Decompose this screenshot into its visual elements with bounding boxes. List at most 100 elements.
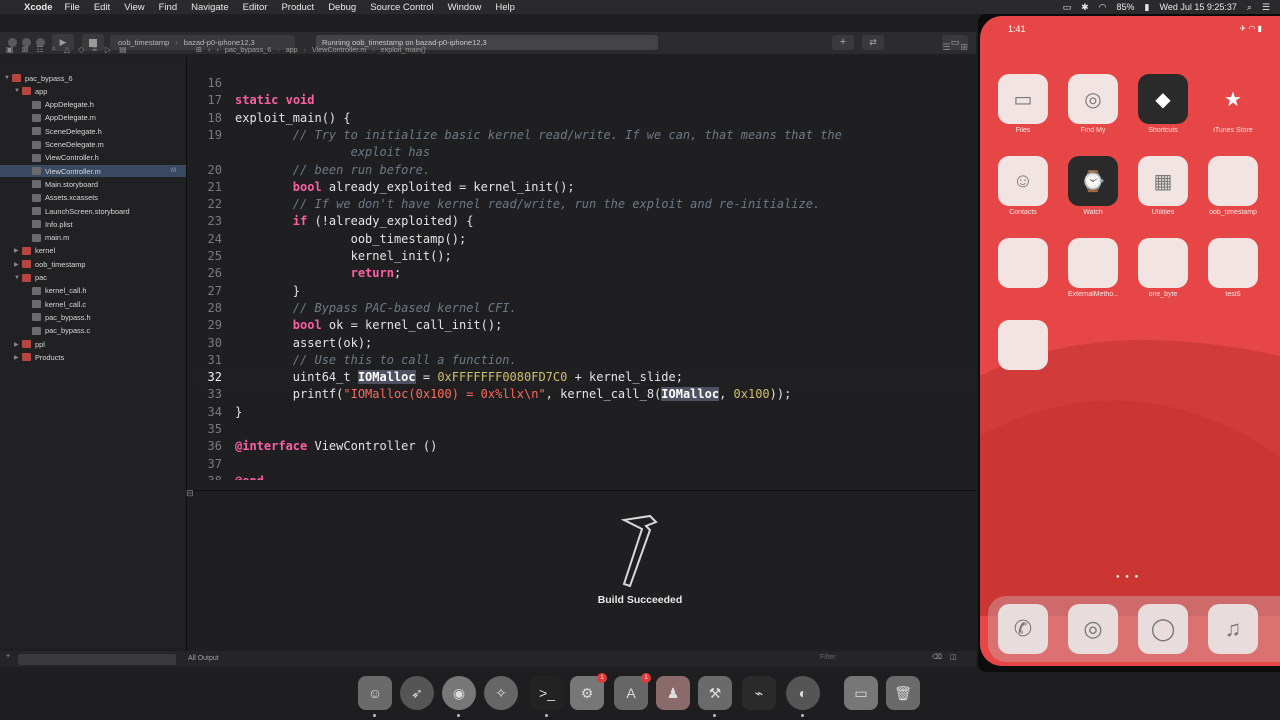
code-line[interactable]: 31 // Use this to call a function. xyxy=(196,352,976,369)
code-line[interactable]: 19 // Try to initialize basic kernel rea… xyxy=(196,127,976,144)
dock-downloads[interactable]: ▭ xyxy=(844,676,878,710)
code-text[interactable]: } xyxy=(235,284,300,298)
disclosure-open-icon[interactable]: ▼ xyxy=(4,75,12,81)
navigator-item[interactable]: kernel_call.c xyxy=(0,298,186,310)
line-number[interactable]: 25 xyxy=(196,248,222,265)
navigator-item[interactable]: ▼ pac_bypass_6 xyxy=(0,72,186,84)
dock-music[interactable]: ♫ xyxy=(1208,604,1258,654)
battery-icon[interactable]: ▮ xyxy=(1145,2,1150,13)
line-number[interactable]: 34 xyxy=(196,404,222,421)
dock-messages[interactable]: ◯ xyxy=(1138,604,1188,654)
home-app[interactable]: ◎ Find My xyxy=(1068,74,1118,134)
navigator-item[interactable]: kernel_call.h xyxy=(0,285,186,297)
line-number[interactable]: 30 xyxy=(196,335,222,352)
navigator-item[interactable]: main.m xyxy=(0,232,186,244)
dock-chrome[interactable]: ◉ xyxy=(442,676,476,710)
dock-xcode[interactable]: ⚒ xyxy=(698,676,732,710)
line-number[interactable]: 17 xyxy=(196,92,222,109)
navigator-item[interactable]: ▶ oob_timestamp xyxy=(0,258,186,270)
dock-simulator[interactable]: ◐ xyxy=(786,676,820,710)
menu-clock[interactable]: Wed Jul 15 9:25:37 xyxy=(1159,2,1236,12)
jump-crumb-project[interactable]: pac_bypass_6 xyxy=(225,45,271,54)
code-line[interactable]: 25 kernel_init(); xyxy=(196,248,976,265)
code-text[interactable]: @end xyxy=(235,474,264,480)
home-app[interactable]: ◆ Shortcuts xyxy=(1138,74,1188,134)
code-text[interactable]: oob_timestamp(); xyxy=(235,232,467,246)
home-app[interactable]: one_byte xyxy=(1138,238,1188,298)
dock-instruments[interactable]: ♟ xyxy=(656,676,690,710)
navigator-item[interactable]: ▶ ppl xyxy=(0,338,186,350)
navigator-item[interactable]: ▼ pac xyxy=(0,272,186,284)
code-line[interactable]: 28 // Bypass PAC-based kernel CFI. xyxy=(196,300,976,317)
add-filter-icon[interactable]: + xyxy=(6,653,10,660)
disclosure-closed-icon[interactable]: ▶ xyxy=(14,261,22,268)
code-line[interactable]: 34} xyxy=(196,404,976,421)
monitor-icon[interactable]: ▭ xyxy=(1063,2,1072,13)
home-app[interactable]: test6 xyxy=(1208,238,1258,298)
home-app[interactable]: ▭ Files xyxy=(998,74,1048,134)
line-number[interactable]: 20 xyxy=(196,162,222,179)
code-line[interactable]: 32 uint64_t IOMalloc = 0xFFFFFFF0080FD7C… xyxy=(196,369,976,387)
jump-crumb-function[interactable]: exploit_main() xyxy=(381,45,426,54)
navigator-item[interactable]: ViewController.m M xyxy=(0,165,186,178)
dock-terminal[interactable]: >_ xyxy=(530,676,564,710)
home-app[interactable]: ExternalMetho... xyxy=(1068,238,1118,298)
jump-crumb-file[interactable]: ViewController.m xyxy=(312,45,366,54)
navigator-item[interactable]: pac_bypass.h xyxy=(0,311,186,323)
forward-icon[interactable]: › xyxy=(216,45,218,54)
line-number[interactable]: 37 xyxy=(196,456,222,473)
editor-options-icon[interactable]: ☰ xyxy=(942,42,950,53)
line-number[interactable]: 18 xyxy=(196,110,222,127)
project-navigator-icon[interactable]: ▣ xyxy=(6,45,14,54)
dock-trash[interactable]: 🗑 xyxy=(886,676,920,710)
navigator-item[interactable]: ▶ kernel xyxy=(0,245,186,257)
dock-system-preferences[interactable]: ⚙ 1 xyxy=(570,673,607,710)
home-app[interactable]: ★ iTunes Store xyxy=(1208,74,1258,134)
code-line[interactable]: 35 xyxy=(196,421,976,438)
code-text[interactable]: exploit has xyxy=(235,145,430,159)
menu-help[interactable]: Help xyxy=(495,2,515,13)
dock-launchpad[interactable]: ➶ xyxy=(400,676,434,710)
line-number[interactable]: 35 xyxy=(196,421,222,438)
code-text[interactable]: bool ok = kernel_call_init(); xyxy=(235,318,503,332)
breakpoint-navigator-icon[interactable]: ▷ xyxy=(105,45,111,54)
menu-app-name[interactable]: Xcode xyxy=(24,2,53,13)
line-number[interactable]: 21 xyxy=(196,179,222,196)
add-editor-icon[interactable]: ⊞ xyxy=(960,42,968,53)
dock-phone[interactable]: ✆ xyxy=(998,604,1048,654)
menu-find[interactable]: Find xyxy=(159,2,177,13)
back-icon[interactable]: ‹ xyxy=(208,45,210,54)
split-view-icon[interactable]: ◫ xyxy=(950,653,957,661)
line-number[interactable]: 28 xyxy=(196,300,222,317)
output-selector[interactable]: All Output xyxy=(188,655,219,662)
hide-debug-area-icon[interactable]: ⊟ xyxy=(186,488,194,499)
code-line[interactable]: exploit has xyxy=(196,144,976,161)
code-text[interactable]: kernel_init(); xyxy=(235,249,452,263)
code-line[interactable]: 33 printf("IOMalloc(0x100) = 0x%llx\n", … xyxy=(196,386,976,403)
dock-finder[interactable]: ☺ xyxy=(358,676,392,710)
navigator-item[interactable]: ViewController.h xyxy=(0,152,186,164)
navigator-item[interactable]: SceneDelegate.h xyxy=(0,125,186,137)
navigator-item[interactable]: pac_bypass.c xyxy=(0,325,186,337)
disclosure-closed-icon[interactable]: ▶ xyxy=(14,354,22,361)
find-navigator-icon[interactable]: ⌕ xyxy=(51,44,55,54)
line-number[interactable]: 36 xyxy=(196,438,222,455)
code-text[interactable]: static void xyxy=(235,93,315,107)
line-number[interactable]: 23 xyxy=(196,213,222,230)
menu-window[interactable]: Window xyxy=(448,2,482,13)
code-text[interactable]: // If we don't have kernel read/write, r… xyxy=(235,197,820,211)
code-line[interactable]: 22 // If we don't have kernel read/write… xyxy=(196,196,976,213)
report-navigator-icon[interactable]: ▤ xyxy=(119,45,127,54)
debug-navigator-icon[interactable]: ≡ xyxy=(92,45,97,54)
home-app-single[interactable] xyxy=(998,320,1048,370)
code-text[interactable]: } xyxy=(235,405,242,419)
code-text[interactable]: uint64_t IOMalloc = 0xFFFFFFF0080FD7C0 +… xyxy=(235,370,683,385)
line-number[interactable]: 22 xyxy=(196,196,222,213)
home-app[interactable]: ▦ Utilities xyxy=(1138,156,1188,216)
simulator-screen[interactable]: 1:41 ✈ ◠ ▮ ▭ Files ◎ Find My ◆ Shortcuts ★ iTun… xyxy=(980,16,1280,666)
line-number[interactable]: 32 xyxy=(196,369,222,386)
code-line[interactable]: 23 if (!already_exploited) { xyxy=(196,213,976,230)
code-line[interactable]: 37 xyxy=(196,456,976,473)
code-text[interactable]: // Use this to call a function. xyxy=(235,353,517,367)
code-text[interactable]: assert(ok); xyxy=(235,336,372,350)
